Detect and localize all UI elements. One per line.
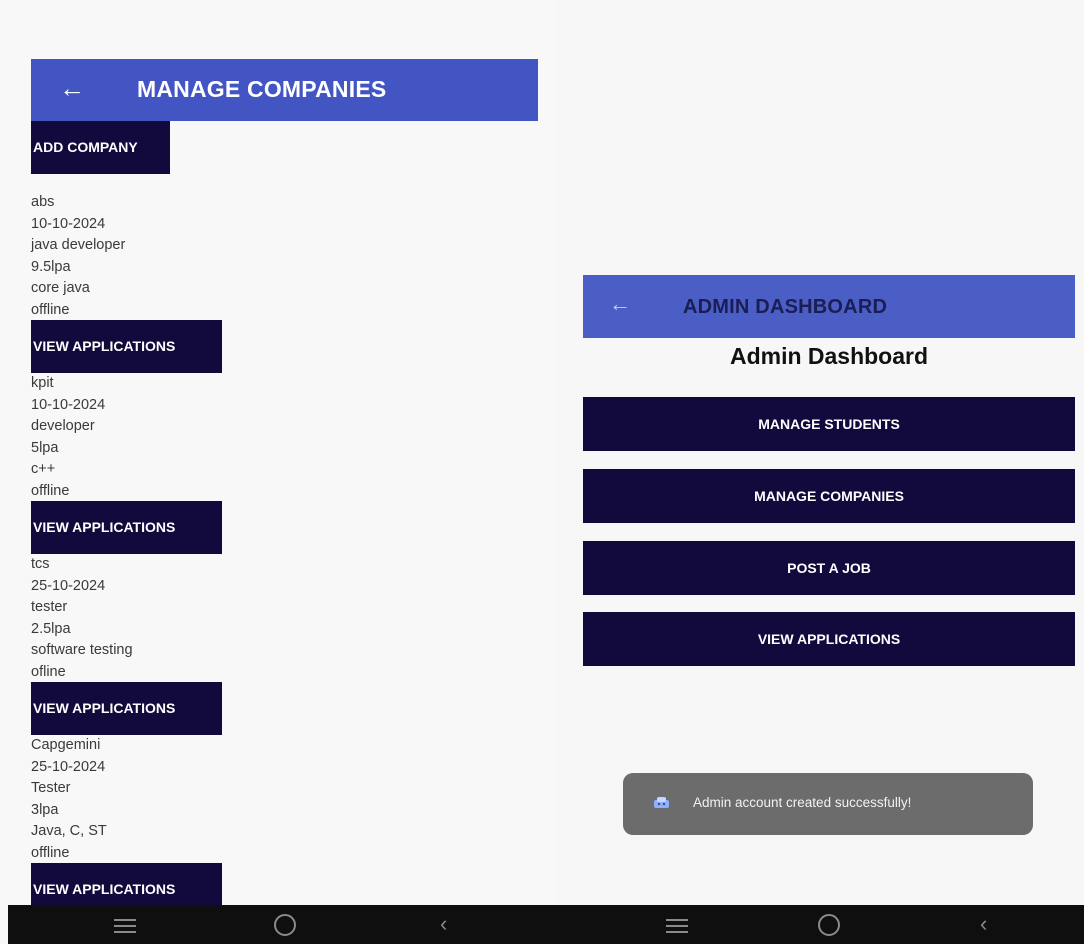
company-skills: Java, C, ST (31, 823, 107, 839)
page-title: ADMIN DASHBOARD (683, 296, 888, 318)
menu-icon[interactable] (114, 919, 136, 933)
back-chevron-icon[interactable]: ‹ (440, 911, 447, 937)
admin-dashboard-screen: ← ADMIN DASHBOARD Admin Dashboard MANAGE… (556, 0, 1084, 944)
toast-notification: Admin account created successfully! (623, 773, 1033, 835)
company-mode: offline (31, 482, 70, 499)
back-chevron-icon[interactable]: ‹ (980, 911, 987, 937)
company-package: 3lpa (31, 801, 59, 818)
system-nav-bar: ‹ (556, 905, 1084, 944)
company-name: abs (31, 194, 55, 210)
company-date: 10-10-2024 (31, 396, 106, 413)
company-name: kpit (31, 375, 54, 391)
view-applications-button[interactable]: VIEW APPLICATIONS (31, 320, 222, 373)
company-role: developer (31, 418, 95, 434)
company-mode: offline (31, 844, 70, 861)
app-icon (654, 797, 669, 808)
company-item: abs 10-10-2024 java developer 9.5lpa cor… (31, 192, 125, 321)
company-role: Tester (31, 780, 71, 796)
dashboard-heading: Admin Dashboard (729, 343, 929, 369)
view-applications-button[interactable]: VIEW APPLICATIONS (31, 501, 222, 554)
menu-icon[interactable] (666, 919, 688, 933)
company-name: tcs (31, 556, 50, 572)
company-package: 2.5lpa (31, 620, 71, 637)
view-applications-button[interactable]: VIEW APPLICATIONS (583, 612, 1075, 666)
post-a-job-button[interactable]: POST A JOB (583, 541, 1075, 595)
top-app-bar: ← MANAGE COMPANIES (31, 59, 538, 121)
company-item: Capgemini 25-10-2024 Tester 3lpa Java, C… (31, 735, 107, 864)
company-name: Capgemini (31, 737, 101, 753)
company-skills: c++ (31, 461, 56, 477)
arrow-left-icon[interactable]: ← (59, 75, 85, 101)
company-item: tcs 25-10-2024 tester 2.5lpa software te… (31, 554, 133, 683)
company-mode: offline (31, 301, 70, 318)
company-date: 25-10-2024 (31, 577, 106, 594)
view-applications-button[interactable]: VIEW APPLICATIONS (31, 863, 222, 905)
page-title: MANAGE COMPANIES (137, 76, 387, 102)
company-role: tester (31, 599, 68, 615)
view-applications-button[interactable]: VIEW APPLICATIONS (31, 682, 222, 735)
company-date: 25-10-2024 (31, 758, 106, 775)
company-skills: software testing (31, 642, 133, 658)
company-skills: core java (31, 280, 90, 296)
toast-message: Admin account created successfully! (693, 795, 912, 810)
home-circle-icon[interactable] (818, 914, 840, 936)
arrow-left-icon[interactable]: ← (609, 293, 631, 315)
manage-companies-button[interactable]: MANAGE COMPANIES (583, 469, 1075, 523)
company-package: 9.5lpa (31, 258, 71, 275)
system-nav-bar: ‹ (8, 905, 556, 944)
company-item: kpit 10-10-2024 developer 5lpa c++ offli… (31, 373, 105, 502)
manage-companies-screen: ← MANAGE COMPANIES ADD COMPANY abs 10-10… (0, 0, 556, 944)
home-circle-icon[interactable] (274, 914, 296, 936)
manage-students-button[interactable]: MANAGE STUDENTS (583, 397, 1075, 451)
company-date: 10-10-2024 (31, 215, 106, 232)
company-package: 5lpa (31, 439, 59, 456)
company-role: java developer (31, 237, 126, 253)
top-app-bar: ← ADMIN DASHBOARD (583, 275, 1075, 338)
add-company-button[interactable]: ADD COMPANY (31, 121, 170, 174)
company-mode: ofline (31, 663, 66, 680)
